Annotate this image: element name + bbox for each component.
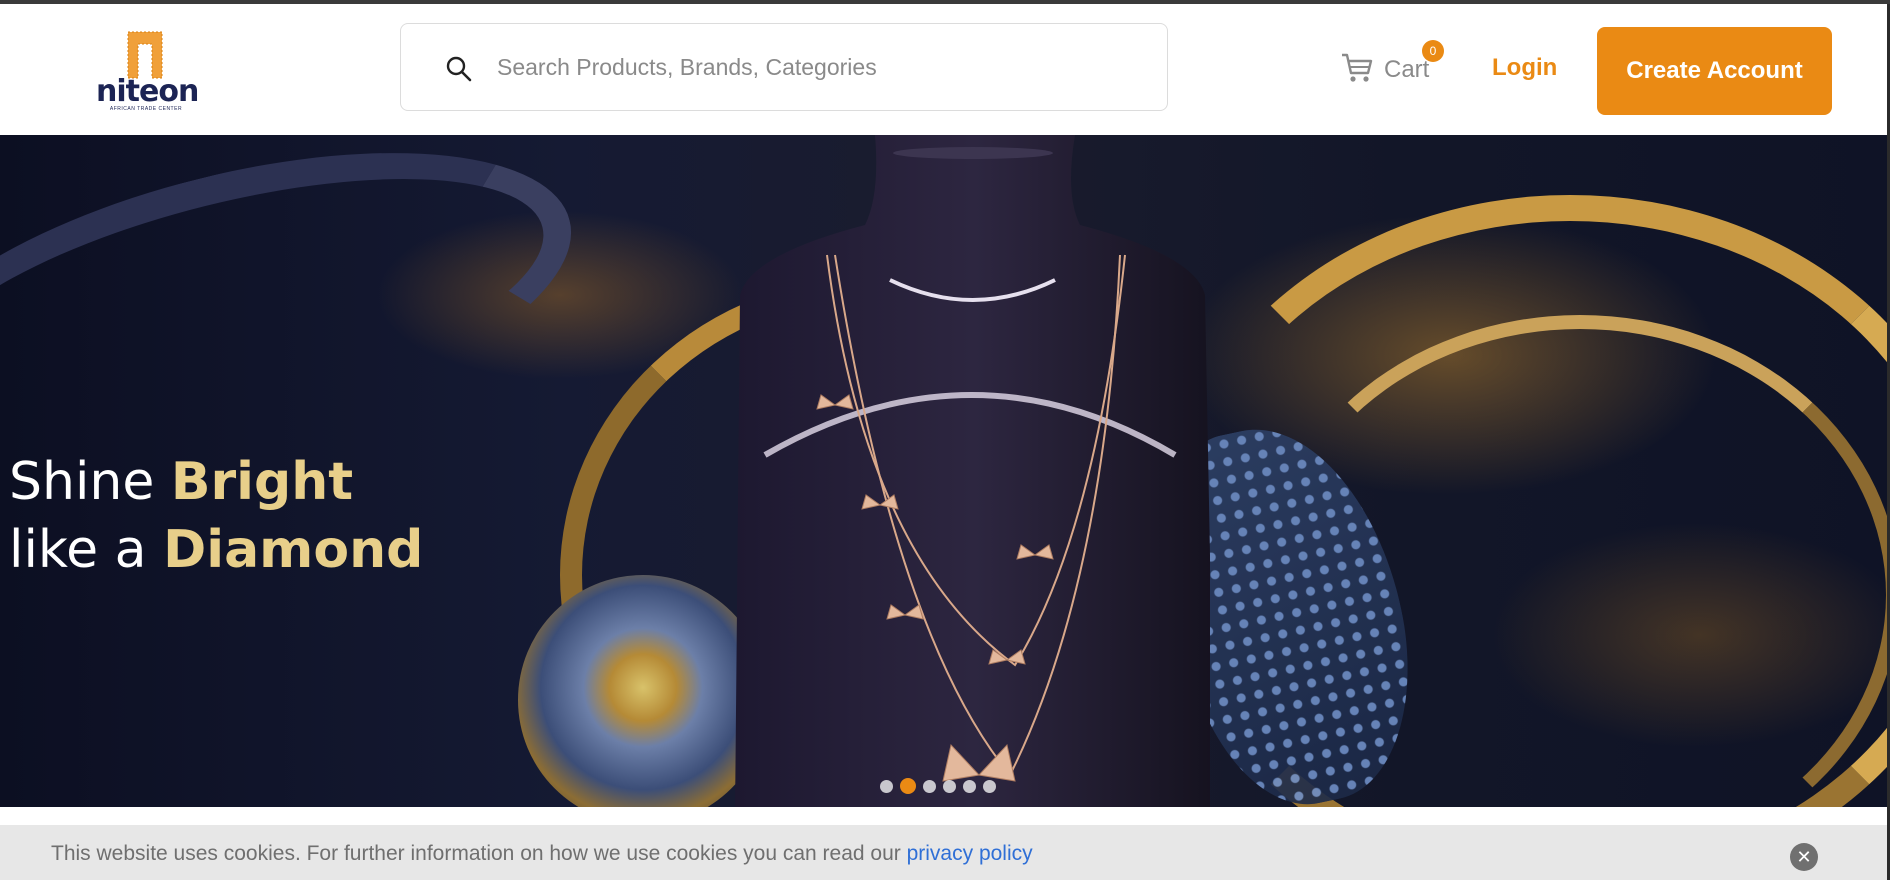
page: niteon AFRICAN TRADE CENTER Cart 0 Login… (0, 0, 1890, 880)
carousel-dot[interactable] (923, 779, 936, 793)
tagline-line-1: Shine Bright (9, 448, 423, 516)
carousel-dot[interactable] (963, 779, 976, 793)
cart-count-badge: 0 (1422, 40, 1444, 62)
tagline-line-2: like a Diamond (9, 516, 423, 584)
hero-banner: Shine Bright like a Diamond (0, 135, 1887, 807)
hero-tagline: Shine Bright like a Diamond (9, 448, 423, 584)
logo-wordmark: niteon (96, 74, 199, 109)
carousel-indicators (880, 778, 996, 794)
carousel-dot[interactable] (880, 779, 893, 793)
search-icon[interactable] (445, 55, 473, 83)
tagline-text: like a (9, 520, 164, 580)
cart-button[interactable]: Cart 0 (1340, 40, 1444, 94)
shopping-cart-icon (1342, 53, 1373, 82)
search-input[interactable] (497, 44, 1137, 90)
site-header: niteon AFRICAN TRADE CENTER Cart 0 Login… (0, 4, 1890, 131)
logo-mark-icon (127, 31, 163, 79)
necklace-bust-image (735, 135, 1210, 807)
search-bar (400, 23, 1168, 111)
gem-pendant-image (518, 575, 768, 807)
cookie-message: This website uses cookies. For further i… (51, 842, 1033, 866)
carousel-dot[interactable] (983, 779, 996, 793)
login-link[interactable]: Login (1492, 54, 1557, 82)
cart-label: Cart (1384, 56, 1430, 83)
close-icon[interactable]: ✕ (1790, 843, 1818, 871)
create-account-button[interactable]: Create Account (1597, 27, 1832, 115)
carousel-dot[interactable] (943, 779, 956, 793)
carousel-dot-active[interactable] (900, 778, 916, 794)
tagline-highlight: Diamond (163, 520, 424, 580)
privacy-policy-link[interactable]: privacy policy (907, 842, 1033, 865)
cookie-banner: This website uses cookies. For further i… (0, 825, 1887, 880)
tagline-highlight: Bright (170, 452, 354, 512)
tagline-text: Shine (9, 452, 171, 512)
cookie-message-text: This website uses cookies. For further i… (51, 842, 907, 865)
niteon-logo[interactable]: niteon AFRICAN TRADE CENTER (96, 30, 199, 112)
logo-tagline: AFRICAN TRADE CENTER (109, 106, 183, 112)
